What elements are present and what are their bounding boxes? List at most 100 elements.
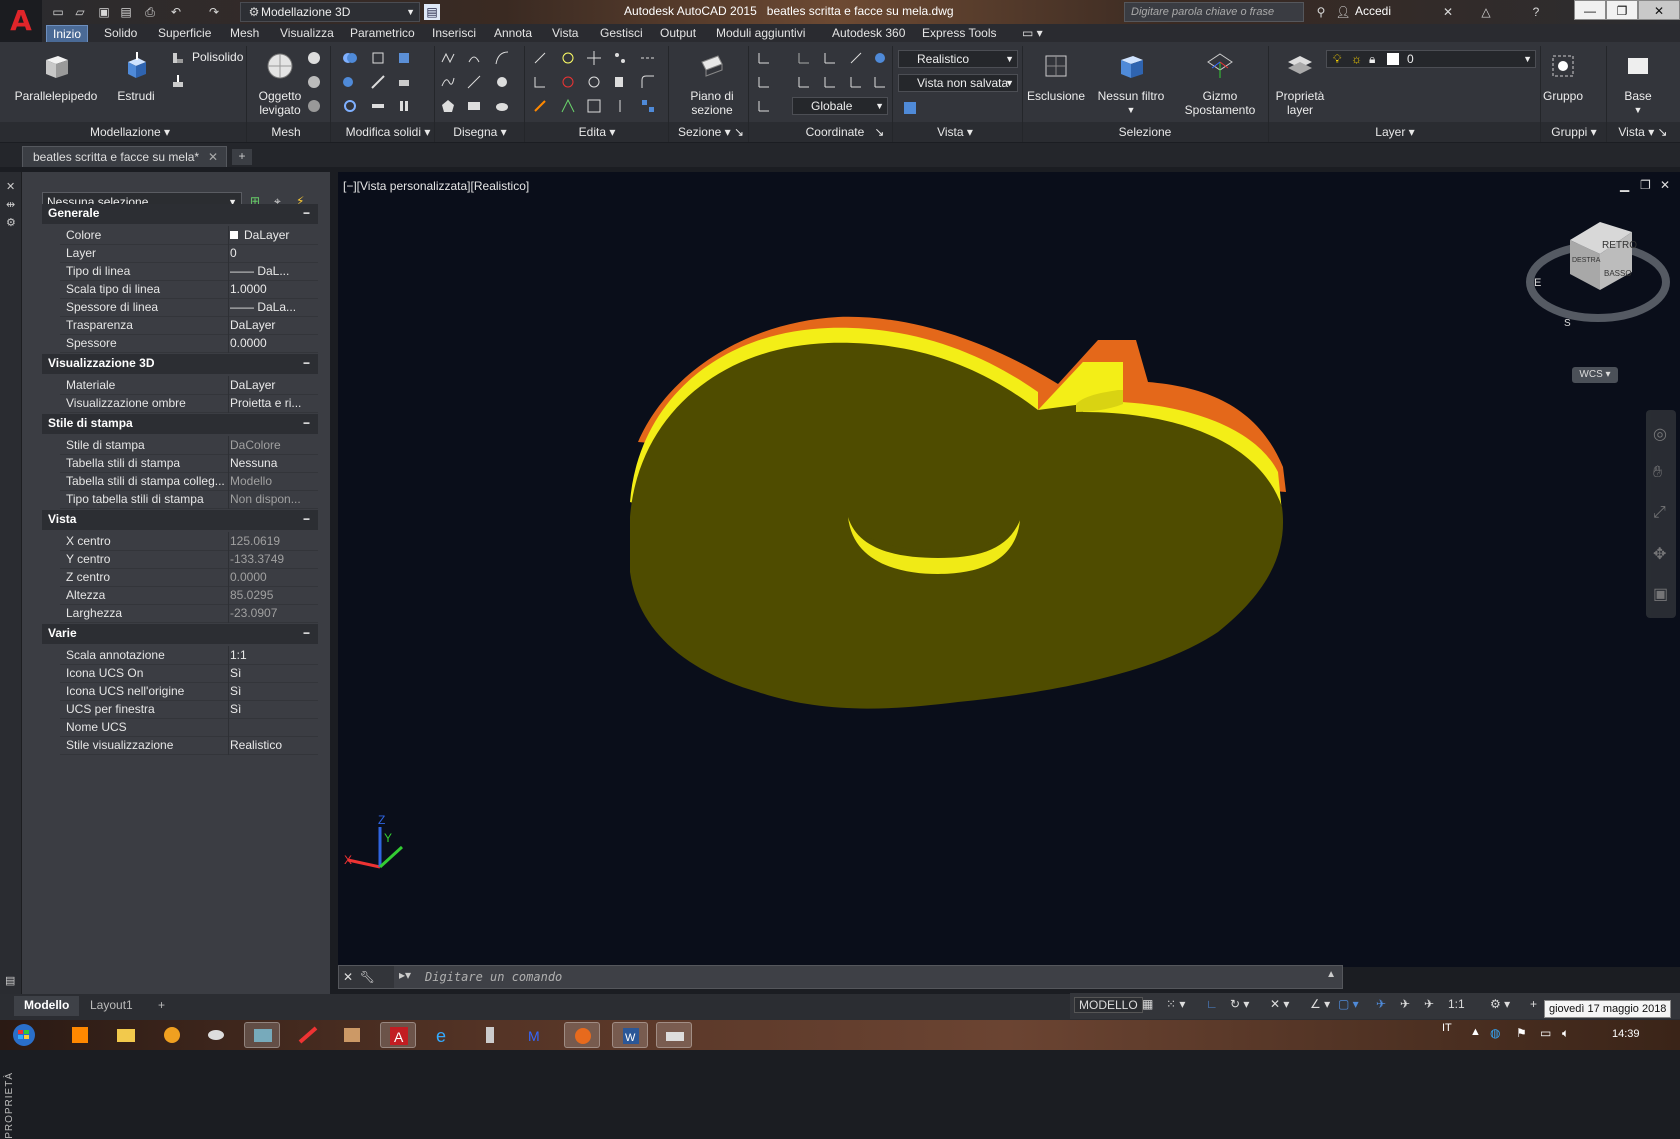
- panel-coordinate[interactable]: Coordinate ↘: [790, 125, 900, 139]
- panel-gruppi[interactable]: Gruppi ▾: [1544, 125, 1604, 139]
- trim-icon[interactable]: [532, 50, 548, 66]
- workspace-dropdown[interactable]: Modellazione 3D ▼: [240, 2, 420, 22]
- ucs-z-icon[interactable]: [872, 74, 888, 90]
- tab-annota[interactable]: Annota: [488, 25, 538, 42]
- section-header[interactable]: Visualizzazione 3D −: [42, 354, 318, 374]
- tab-modello[interactable]: Modello: [14, 996, 80, 1016]
- app-icon-4[interactable]: [198, 1022, 234, 1048]
- ucs-previous-icon[interactable]: [796, 74, 812, 90]
- rotate-icon[interactable]: [560, 74, 576, 90]
- helix-icon[interactable]: [466, 50, 482, 66]
- help-icon[interactable]: ?: [1528, 4, 1544, 20]
- ucs-world-icon[interactable]: [822, 50, 838, 66]
- panel-modellazione[interactable]: Modellazione ▾: [70, 125, 190, 139]
- isodraft-icon[interactable]: ✕ ▾: [1270, 997, 1289, 1011]
- signin-button[interactable]: Accedi: [1355, 4, 1391, 18]
- ucs-origin-icon[interactable]: [848, 50, 864, 66]
- print-icon[interactable]: ⎙: [142, 4, 158, 20]
- tab-layout1[interactable]: Layout1: [80, 996, 143, 1016]
- property-row[interactable]: Scala tipo di linea 1.0000: [60, 280, 318, 299]
- orbit-icon[interactable]: ✥: [1653, 544, 1666, 564]
- property-row[interactable]: Visualizzazione ombre Proietta e ri...: [60, 394, 318, 413]
- wrench-icon[interactable]: 🔧︎: [360, 970, 375, 984]
- section-header[interactable]: Stile di stampa −: [42, 414, 318, 434]
- collapse-icon[interactable]: −: [303, 624, 310, 643]
- panel-edita[interactable]: Edita ▾: [562, 125, 632, 139]
- tab-solido[interactable]: Solido: [98, 25, 143, 42]
- presspull-icon[interactable]: [170, 74, 186, 90]
- polygon-icon[interactable]: [440, 98, 456, 114]
- ucs-named-icon[interactable]: [796, 50, 812, 66]
- flag-icon[interactable]: ⚑: [1516, 1026, 1527, 1040]
- tab-moduli-aggiuntivi[interactable]: Moduli aggiuntivi: [710, 25, 811, 42]
- ortho-icon[interactable]: ∟: [1206, 997, 1218, 1011]
- mesh-sphere-icon[interactable]: [306, 50, 322, 66]
- undo-icon[interactable]: ↶: [168, 4, 184, 20]
- wcs-menu[interactable]: WCS ▾: [1572, 367, 1618, 383]
- nessun-filtro-button[interactable]: Nessun filtro ▼: [1092, 50, 1170, 117]
- extend-icon[interactable]: [532, 74, 548, 90]
- close-icon[interactable]: ✕: [6, 180, 15, 193]
- model-space-button[interactable]: MODELLO: [1074, 997, 1143, 1013]
- ucs-view-icon[interactable]: [756, 74, 772, 90]
- new-file-icon[interactable]: ▭: [50, 4, 66, 20]
- redo-icon[interactable]: ↷: [206, 4, 222, 20]
- mesh-smooth-icon[interactable]: [306, 74, 322, 90]
- plus-icon[interactable]: +: [1530, 997, 1537, 1011]
- tab-vista[interactable]: Vista: [546, 25, 584, 42]
- estrudi-button[interactable]: Estrudi: [112, 50, 160, 103]
- parallelepipedo-button[interactable]: Parallelepipedo: [12, 50, 100, 103]
- named-view-combo[interactable]: Vista non salvata ▼: [898, 74, 1018, 92]
- app-icon-7[interactable]: [334, 1022, 370, 1048]
- tray-expand-icon[interactable]: ▲: [1470, 1026, 1481, 1038]
- property-row[interactable]: Layer 0: [60, 244, 318, 263]
- property-row[interactable]: Y centro -133.3749: [60, 550, 318, 569]
- annotation-scale-value[interactable]: 1:1: [1448, 997, 1465, 1011]
- steering-wheel-icon[interactable]: ◎: [1653, 424, 1667, 444]
- options-icon[interactable]: ⚙: [6, 216, 16, 229]
- volume-icon[interactable]: 🔈︎: [1562, 1026, 1569, 1041]
- language-indicator[interactable]: IT: [1442, 1022, 1452, 1034]
- polar-icon[interactable]: ↻ ▾: [1230, 997, 1249, 1011]
- property-row[interactable]: Trasparenza DaLayer: [60, 316, 318, 335]
- polisolido-label[interactable]: Polisolido: [192, 50, 243, 64]
- offset-icon[interactable]: [560, 50, 576, 66]
- erase-icon[interactable]: [532, 98, 548, 114]
- panel-vista2[interactable]: Vista ▾ ↘: [1612, 125, 1674, 139]
- section-header[interactable]: Vista −: [42, 510, 318, 530]
- tab-express-tools[interactable]: Express Tools: [916, 25, 1002, 42]
- command-input[interactable]: Digitare un comando: [425, 966, 562, 988]
- move-icon[interactable]: [586, 50, 602, 66]
- section-header[interactable]: Generale −: [42, 204, 318, 224]
- property-row[interactable]: Nome UCS: [60, 718, 318, 737]
- palette-menu-icon[interactable]: ▤: [5, 974, 15, 987]
- clock[interactable]: 14:39: [1612, 1028, 1640, 1040]
- tab-gestisci[interactable]: Gestisci: [594, 25, 649, 42]
- ucs-icon[interactable]: [756, 50, 772, 66]
- separate-icon[interactable]: [396, 74, 412, 90]
- polysolid-icon[interactable]: [170, 50, 186, 66]
- tab-mesh[interactable]: Mesh: [224, 25, 265, 42]
- tab-autodesk-360[interactable]: Autodesk 360: [826, 25, 911, 42]
- panel-vista[interactable]: Vista ▾: [920, 125, 990, 139]
- apple-solid[interactable]: [630, 316, 1286, 709]
- spline-icon[interactable]: [440, 74, 456, 90]
- close-icon[interactable]: ✕: [208, 147, 218, 167]
- line-icon[interactable]: [466, 74, 482, 90]
- collapse-icon[interactable]: −: [303, 414, 310, 433]
- panel-mesh-label[interactable]: Mesh: [266, 125, 306, 139]
- slice-icon[interactable]: [370, 74, 386, 90]
- collapse-icon[interactable]: −: [303, 510, 310, 529]
- grid-icon[interactable]: ▦: [1142, 997, 1153, 1011]
- property-row[interactable]: Tabella stili di stampa colleg... Modello: [60, 472, 318, 491]
- property-row[interactable]: Stile di stampa DaColore: [60, 436, 318, 455]
- close-button[interactable]: ✕: [1638, 0, 1680, 20]
- ucs-x-icon[interactable]: [822, 74, 838, 90]
- section-header[interactable]: Varie −: [42, 624, 318, 644]
- a360-icon[interactable]: △: [1478, 4, 1494, 20]
- model-viewport[interactable]: [−][Vista personalizzata][Realistico] ▁ …: [338, 172, 1680, 967]
- new-tab-button[interactable]: +: [232, 149, 252, 165]
- property-row[interactable]: Altezza 85.0295: [60, 586, 318, 605]
- thicken-icon[interactable]: [370, 98, 386, 114]
- chevron-up-icon[interactable]: ▲: [1326, 969, 1336, 980]
